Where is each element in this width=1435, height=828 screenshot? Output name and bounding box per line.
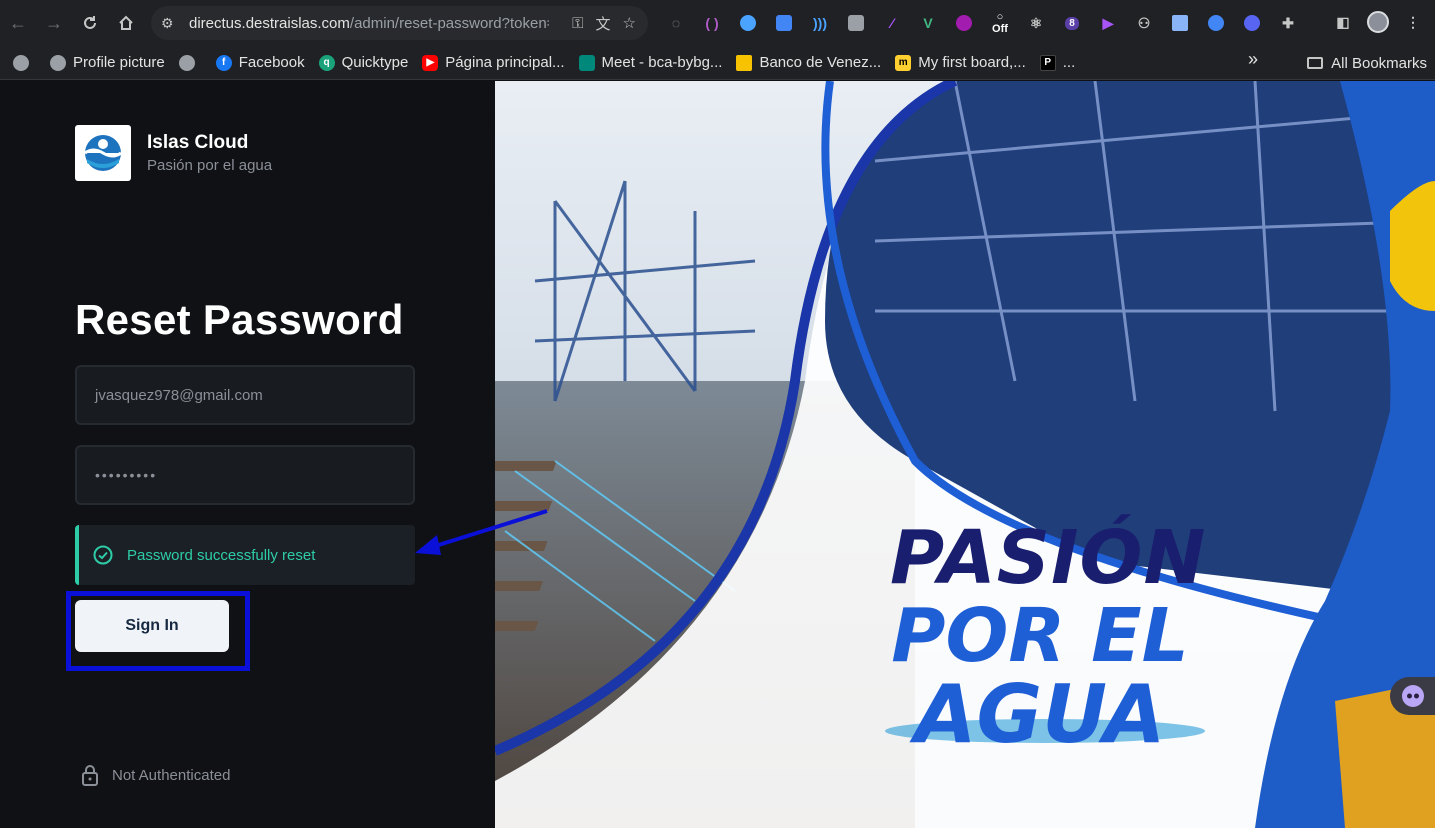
brand-tagline: Pasión por el agua <box>147 157 273 174</box>
extension-icon[interactable] <box>1166 9 1194 37</box>
banner-image: PASIÓN POR EL AGUA <box>495 81 1435 828</box>
more-bookmarks-button[interactable]: » <box>1248 49 1258 70</box>
email-field[interactable]: jvasquez978@gmail.com <box>75 365 415 425</box>
lock-icon <box>82 765 98 786</box>
slogan-line-3: AGUA <box>914 668 1166 761</box>
extension-icon[interactable] <box>770 9 798 37</box>
home-button[interactable] <box>108 5 144 41</box>
extension-icon[interactable]: ▶ <box>1094 9 1122 37</box>
bookmark-item[interactable]: ▶ Página principal... <box>415 49 571 77</box>
auth-status: Not Authenticated <box>80 764 230 786</box>
quicktype-icon: q <box>318 54 335 71</box>
all-bookmarks-button[interactable]: All Bookmarks <box>1307 49 1427 77</box>
water-drop-logo-icon <box>84 135 122 171</box>
slogan-line-2: POR EL <box>891 593 1189 679</box>
password-key-icon[interactable]: ⚿ <box>572 15 583 32</box>
forward-button[interactable]: → <box>36 5 72 41</box>
page-title: Reset Password <box>75 296 404 343</box>
browser-toolbar: ← → ⚙ directus.destraislas.com/admin/res… <box>0 0 1435 46</box>
brand-name: Islas Cloud <box>147 132 249 153</box>
success-notice-text: Password successfully reset <box>127 546 316 564</box>
react-icon[interactable]: ⚛ <box>1022 9 1050 37</box>
extension-icon[interactable]: ⁄ <box>878 9 906 37</box>
brand-logo <box>75 125 131 181</box>
slogan-line-1: PASIÓN <box>890 515 1207 601</box>
extension-icon[interactable] <box>1202 9 1230 37</box>
reload-icon <box>84 16 96 29</box>
bookmark-item[interactable]: m My first board,... <box>888 49 1033 77</box>
bookmark-item[interactable] <box>172 49 209 77</box>
facebook-icon: f <box>215 54 232 71</box>
banner-slogan: PASIÓN POR EL AGUA <box>890 515 1207 761</box>
globe-icon <box>13 54 29 71</box>
extension-icon[interactable] <box>1238 9 1266 37</box>
chat-widget-button[interactable] <box>1390 677 1435 715</box>
extension-off-badge[interactable]: ○ Off <box>986 9 1014 37</box>
extension-icon[interactable] <box>734 9 762 37</box>
extensions-puzzle-icon[interactable]: ✚ <box>1274 9 1302 37</box>
bookmark-item[interactable] <box>6 49 43 77</box>
bookmark-item[interactable]: P... <box>1033 49 1083 77</box>
menu-kebab-icon[interactable]: ⋮ <box>1399 8 1427 36</box>
folder-icon <box>1307 57 1324 69</box>
back-button[interactable]: ← <box>0 5 36 41</box>
profile-avatar[interactable] <box>1367 11 1389 33</box>
bookmark-item[interactable]: Meet - bca-bybg... <box>572 49 730 77</box>
bookmark-item[interactable]: Banco de Venez... <box>729 49 888 77</box>
extension-icon[interactable]: ⚇ <box>1130 9 1158 37</box>
extension-icon[interactable]: ( ) <box>698 9 726 37</box>
reload-button[interactable] <box>72 5 108 41</box>
address-bar[interactable]: ⚙ directus.destraislas.com/admin/reset-p… <box>151 6 648 40</box>
annotation-arrow-icon <box>415 509 548 555</box>
site-info-icon[interactable]: ⚙ <box>161 15 183 32</box>
sign-in-button[interactable]: Sign In <box>75 600 229 652</box>
vue-icon[interactable]: V <box>914 9 942 37</box>
check-circle-icon <box>93 545 113 565</box>
chatbot-icon <box>1401 685 1424 707</box>
password-field[interactable]: ••••••••• <box>75 445 415 505</box>
globe-icon <box>178 54 195 71</box>
success-notice: Password successfully reset <box>75 525 415 585</box>
meet-icon <box>578 54 595 71</box>
miro-icon: m <box>895 54 912 71</box>
annotation-highlight-box: Sign In <box>66 591 250 671</box>
extensions-bar: ◌ ( ) ))) ⁄ V ○ Off ⚛ 8 ▶ ⚇ ✚ <box>662 8 1302 38</box>
translate-icon[interactable]: 文 <box>596 13 611 34</box>
extension-icon[interactable] <box>842 9 870 37</box>
youtube-icon: ▶ <box>422 54 439 71</box>
brand: Islas Cloud Pasión por el agua <box>75 125 272 181</box>
url-text[interactable]: directus.destraislas.com/admin/reset-pas… <box>189 15 549 32</box>
bookmarks-bar: Profile picture f Facebook q Quicktype ▶ Pá… <box>0 46 1435 80</box>
side-panel-icon[interactable]: ◧ <box>1329 8 1357 36</box>
bookmark-star-icon[interactable]: ☆ <box>623 14 636 32</box>
globe-icon <box>50 54 66 71</box>
bank-icon <box>736 54 753 71</box>
p-icon: P <box>1039 54 1056 71</box>
bookmark-item[interactable]: f Facebook <box>209 49 312 77</box>
extension-icon[interactable]: ))) <box>806 9 834 37</box>
auth-status-text: Not Authenticated <box>112 766 231 784</box>
bookmark-item[interactable]: q Quicktype <box>312 49 416 77</box>
home-icon <box>119 15 133 30</box>
bookmark-item[interactable]: Profile picture <box>43 49 172 77</box>
extension-icon[interactable] <box>950 9 978 37</box>
extension-count-badge[interactable]: 8 <box>1058 9 1086 37</box>
reset-password-panel: Islas Cloud Pasión por el agua Reset Pas… <box>0 81 495 828</box>
extension-icon[interactable]: ◌ <box>662 9 690 37</box>
